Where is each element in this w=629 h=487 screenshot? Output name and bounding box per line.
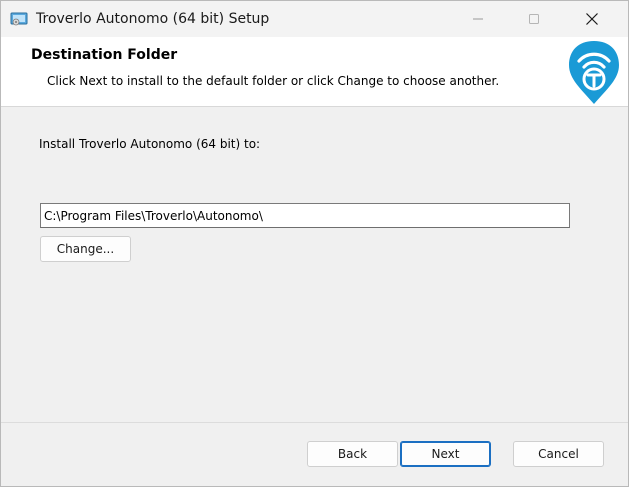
minimize-button[interactable] [450,1,506,37]
maximize-button[interactable] [506,1,562,37]
minimize-icon [473,18,483,20]
close-icon [586,13,598,25]
header-banner: Destination Folder Click Next to install… [1,37,628,107]
footer-divider [1,422,628,423]
close-button[interactable] [564,1,620,37]
wifi-pin-logo-icon [567,39,621,106]
back-button[interactable]: Back [307,441,398,467]
setup-window: Troverlo Autonomo (64 bit) Setup Destina… [0,0,629,487]
change-button[interactable]: Change... [40,236,131,262]
install-location-label: Install Troverlo Autonomo (64 bit) to: [39,137,261,151]
window-title: Troverlo Autonomo (64 bit) Setup [36,11,270,27]
install-path-field[interactable] [40,203,570,228]
page-subtitle: Click Next to install to the default fol… [47,74,500,88]
maximize-icon [529,14,539,24]
title-bar[interactable]: Troverlo Autonomo (64 bit) Setup [1,1,628,37]
installer-icon [10,11,28,27]
cancel-button[interactable]: Cancel [513,441,604,467]
page-title: Destination Folder [31,47,178,63]
next-button[interactable]: Next [400,441,491,467]
